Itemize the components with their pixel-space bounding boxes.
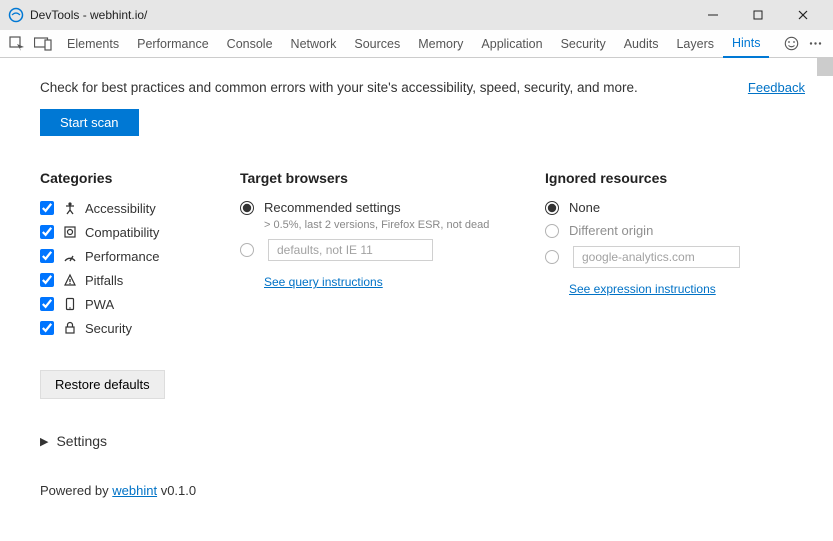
maximize-button[interactable] — [735, 0, 780, 30]
target-browsers-heading: Target browsers — [240, 170, 535, 186]
compatibility-icon — [62, 224, 78, 240]
category-label: Pitfalls — [85, 273, 123, 288]
feedback-smiley-icon[interactable] — [779, 30, 803, 58]
close-button[interactable] — [780, 0, 825, 30]
custom-browsers-radio[interactable] — [240, 243, 254, 257]
footer-prefix: Powered by — [40, 483, 112, 498]
ignored-different-origin-label: Different origin — [569, 223, 653, 238]
category-row-compatibility: Compatibility — [40, 224, 230, 240]
category-row-accessibility: Accessibility — [40, 200, 230, 216]
settings-toggle[interactable]: ▶ Settings — [40, 433, 805, 449]
ignored-custom-input[interactable] — [573, 246, 740, 268]
webhint-link[interactable]: webhint — [112, 483, 157, 498]
tab-security[interactable]: Security — [552, 30, 615, 58]
expression-instructions-link[interactable]: See expression instructions — [569, 282, 716, 296]
start-scan-button[interactable]: Start scan — [40, 109, 139, 136]
ignored-resources-section: Ignored resources None Different origin … — [545, 170, 795, 399]
tab-performance[interactable]: Performance — [128, 30, 218, 58]
more-options-icon[interactable] — [803, 30, 827, 58]
category-label: Compatibility — [85, 225, 159, 240]
tab-sources[interactable]: Sources — [345, 30, 409, 58]
restore-defaults-button[interactable]: Restore defaults — [40, 370, 165, 399]
security-icon — [62, 320, 78, 336]
category-row-security: Security — [40, 320, 230, 336]
ignored-none-label: None — [569, 200, 600, 215]
ignored-custom-radio[interactable] — [545, 250, 559, 264]
caret-right-icon: ▶ — [40, 435, 48, 448]
tab-memory[interactable]: Memory — [409, 30, 472, 58]
hints-panel: Check for best practices and common erro… — [0, 58, 833, 541]
intro-text: Check for best practices and common erro… — [40, 80, 732, 95]
recommended-settings-subtext: > 0.5%, last 2 versions, Firefox ESR, no… — [264, 219, 535, 231]
tab-layers[interactable]: Layers — [667, 30, 723, 58]
categories-section: Categories Accessibility Compatibility Per… — [40, 170, 230, 399]
category-label: Security — [85, 321, 132, 336]
settings-label: Settings — [56, 433, 107, 449]
inspect-element-icon[interactable] — [6, 33, 28, 55]
accessibility-icon — [62, 200, 78, 216]
category-label: Performance — [85, 249, 159, 264]
category-checkbox-security[interactable] — [40, 321, 54, 335]
category-checkbox-performance[interactable] — [40, 249, 54, 263]
categories-heading: Categories — [40, 170, 230, 186]
minimize-button[interactable] — [690, 0, 735, 30]
recommended-settings-label: Recommended settings — [264, 200, 401, 215]
category-checkbox-pwa[interactable] — [40, 297, 54, 311]
feedback-link[interactable]: Feedback — [748, 80, 805, 95]
recommended-settings-radio[interactable] — [240, 201, 254, 215]
window-title: DevTools - webhint.io/ — [30, 8, 147, 22]
ignored-different-origin-radio[interactable] — [545, 224, 559, 238]
tab-console[interactable]: Console — [218, 30, 282, 58]
pwa-icon — [62, 296, 78, 312]
tab-elements[interactable]: Elements — [58, 30, 128, 58]
target-browsers-section: Target browsers Recommended settings > 0… — [240, 170, 535, 399]
category-label: PWA — [85, 297, 114, 312]
ignored-none-radio[interactable] — [545, 201, 559, 215]
window-titlebar: DevTools - webhint.io/ — [0, 0, 833, 30]
category-checkbox-accessibility[interactable] — [40, 201, 54, 215]
device-toolbar-icon[interactable] — [32, 33, 54, 55]
ignored-resources-heading: Ignored resources — [545, 170, 795, 186]
performance-icon — [62, 248, 78, 264]
pitfalls-icon — [62, 272, 78, 288]
category-row-pwa: PWA — [40, 296, 230, 312]
category-checkbox-pitfalls[interactable] — [40, 273, 54, 287]
tab-network[interactable]: Network — [282, 30, 346, 58]
devtools-icon — [8, 7, 24, 23]
query-instructions-link[interactable]: See query instructions — [264, 275, 383, 289]
custom-browsers-input[interactable] — [268, 239, 433, 261]
category-row-performance: Performance — [40, 248, 230, 264]
footer-version: v0.1.0 — [157, 483, 196, 498]
category-label: Accessibility — [85, 201, 156, 216]
category-checkbox-compatibility[interactable] — [40, 225, 54, 239]
devtools-tabstrip: ElementsPerformanceConsoleNetworkSources… — [0, 30, 833, 58]
footer: Powered by webhint v0.1.0 — [40, 483, 805, 498]
category-row-pitfalls: Pitfalls — [40, 272, 230, 288]
tab-hints[interactable]: Hints — [723, 30, 769, 58]
tab-audits[interactable]: Audits — [615, 30, 668, 58]
tab-application[interactable]: Application — [472, 30, 551, 58]
